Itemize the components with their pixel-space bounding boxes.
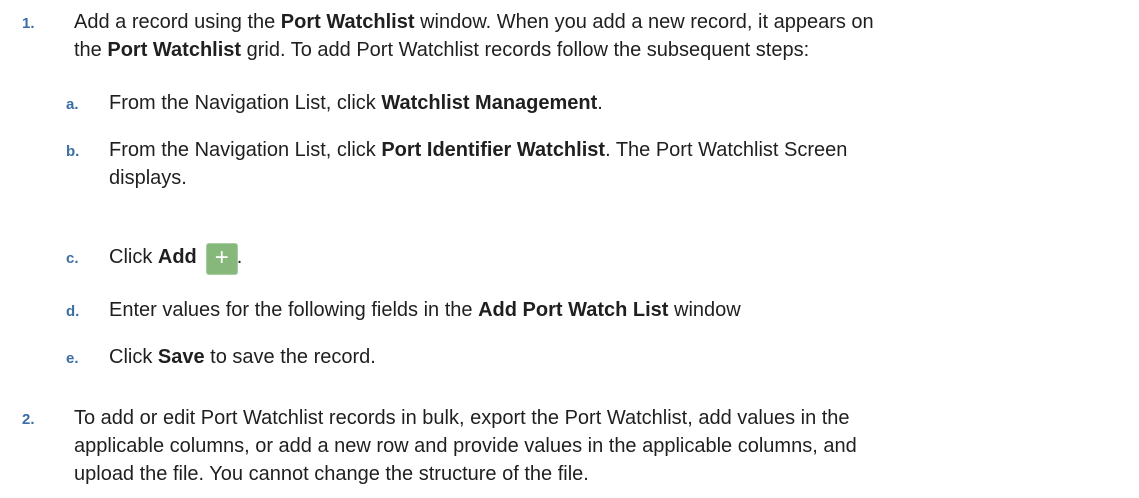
substep-text: Click Add +. xyxy=(109,243,1129,274)
ui-term: Add Port Watch List xyxy=(478,299,669,321)
substep-text: Click Save to save the record. xyxy=(109,346,376,368)
step-number: 1. xyxy=(22,15,35,32)
ui-term: Add xyxy=(157,246,197,268)
ui-term: Port Watchlist xyxy=(107,39,242,61)
substep-letter: d. xyxy=(66,303,80,320)
ui-term: Watchlist Management xyxy=(381,92,598,114)
substep-letter: c. xyxy=(66,250,79,267)
substep-letter: a. xyxy=(66,96,79,113)
ui-term: Port Identifier Watchlist xyxy=(381,139,606,161)
document: 1. Add a record using the Port Watchlist… xyxy=(0,0,1139,498)
substep-letter: e. xyxy=(66,350,79,367)
step-number: 2. xyxy=(22,411,35,428)
ui-term: Save xyxy=(157,346,205,368)
step-line: the Port Watchlist grid. To add Port Wat… xyxy=(74,39,810,61)
ui-term: Port Watchlist xyxy=(280,11,415,33)
substep-text: From the Navigation List, click Watchlis… xyxy=(109,92,603,114)
step-text: To add or edit Port Watchlist records in… xyxy=(74,407,857,485)
add-plus-icon: + xyxy=(206,244,237,274)
substep-text: From the Navigation List, click Port Ide… xyxy=(109,139,848,189)
step-line: Add a record using the Port Watchlist wi… xyxy=(74,11,874,33)
step-text: Add a record using the Port Watchlist wi… xyxy=(74,8,1129,64)
substep-text: Enter values for the following fields in… xyxy=(109,299,741,321)
substep-letter: b. xyxy=(66,143,80,160)
